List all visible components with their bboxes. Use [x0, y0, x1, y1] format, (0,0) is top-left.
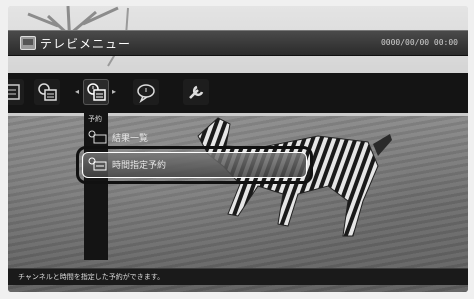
tv-icon [20, 36, 36, 50]
title-bar: テレビメニュー 0000/00/00 00:00 [8, 30, 468, 56]
timer-reservation-icon [88, 157, 107, 171]
arrow-left-icon: ◂ [75, 87, 80, 96]
window-title: テレビメニュー [40, 37, 132, 51]
info-icon[interactable] [133, 79, 159, 105]
timer-icon[interactable] [83, 79, 109, 105]
arrow-right-icon: ▸ [112, 87, 117, 96]
wrench-icon[interactable] [183, 79, 209, 105]
menu-item-time-reservation[interactable]: 時間指定予約 [112, 158, 166, 171]
program-guide-icon[interactable] [8, 79, 24, 105]
list-icon [88, 130, 107, 144]
selected-category-label: 予約 [88, 115, 102, 123]
tv-screen: テレビメニュー 0000/00/00 00:00 ◂ ▸ 予約 結果一覧 時間指… [8, 6, 468, 292]
menu-icon-bar: ◂ ▸ [8, 73, 468, 113]
status-text: チャンネルと時間を指定した予約ができます。 [18, 273, 165, 281]
status-bar: チャンネルと時間を指定した予約ができます。 [8, 268, 468, 285]
program-list-icon[interactable] [34, 79, 60, 105]
clock-display: 0000/00/00 00:00 [380, 38, 458, 47]
menu-item-results[interactable]: 結果一覧 [112, 131, 148, 144]
